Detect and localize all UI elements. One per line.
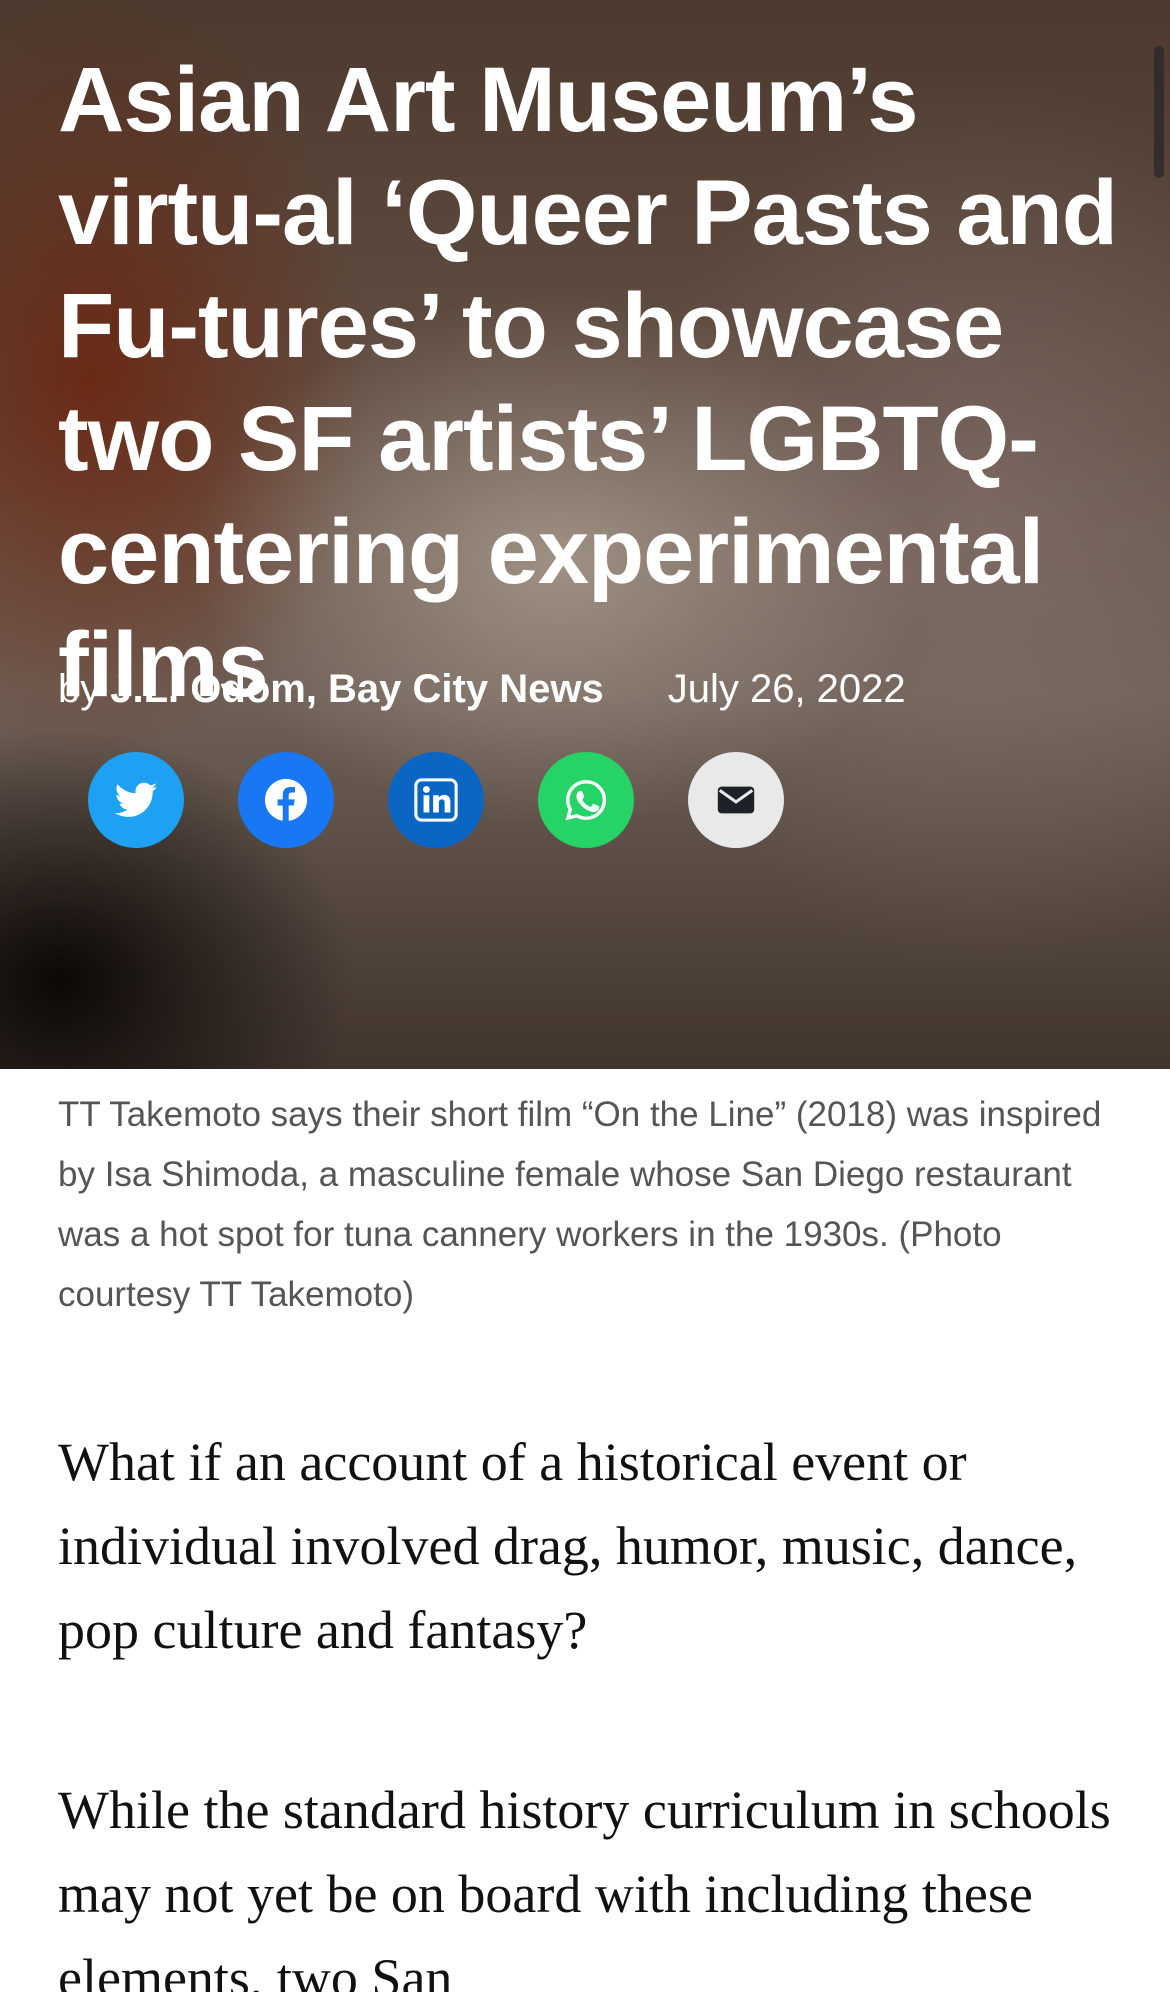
byline: by J.L. Odom, Bay City News July 26, 202…	[58, 664, 906, 714]
article-paragraph: What if an account of a historical event…	[58, 1432, 1078, 1660]
author-link[interactable]: J.L. Odom, Bay City News	[110, 667, 603, 712]
by-prefix: by	[58, 666, 101, 711]
email-share-button[interactable]	[688, 752, 784, 848]
scrollbar-thumb[interactable]	[1154, 46, 1164, 178]
publish-date: July 26, 2022	[667, 666, 906, 711]
share-buttons	[88, 752, 784, 848]
email-icon	[717, 786, 755, 814]
whatsapp-icon	[565, 780, 607, 821]
facebook-share-button[interactable]	[238, 752, 334, 848]
linkedin-icon	[414, 778, 458, 822]
article-paragraph: While the standard history curriculum in…	[58, 1780, 1111, 1992]
linkedin-share-button[interactable]	[388, 752, 484, 848]
image-caption: TT Takemoto says their short film “On th…	[58, 1095, 1102, 1314]
facebook-icon	[264, 778, 308, 822]
twitter-share-button[interactable]	[88, 752, 184, 848]
article-title: Asian Art Museum’s virtu-al ‘Queer Pasts…	[58, 49, 1118, 716]
whatsapp-share-button[interactable]	[538, 752, 634, 848]
twitter-icon	[114, 782, 158, 817]
hero-image: Asian Art Museum’s virtu-al ‘Queer Pasts…	[0, 0, 1170, 1069]
